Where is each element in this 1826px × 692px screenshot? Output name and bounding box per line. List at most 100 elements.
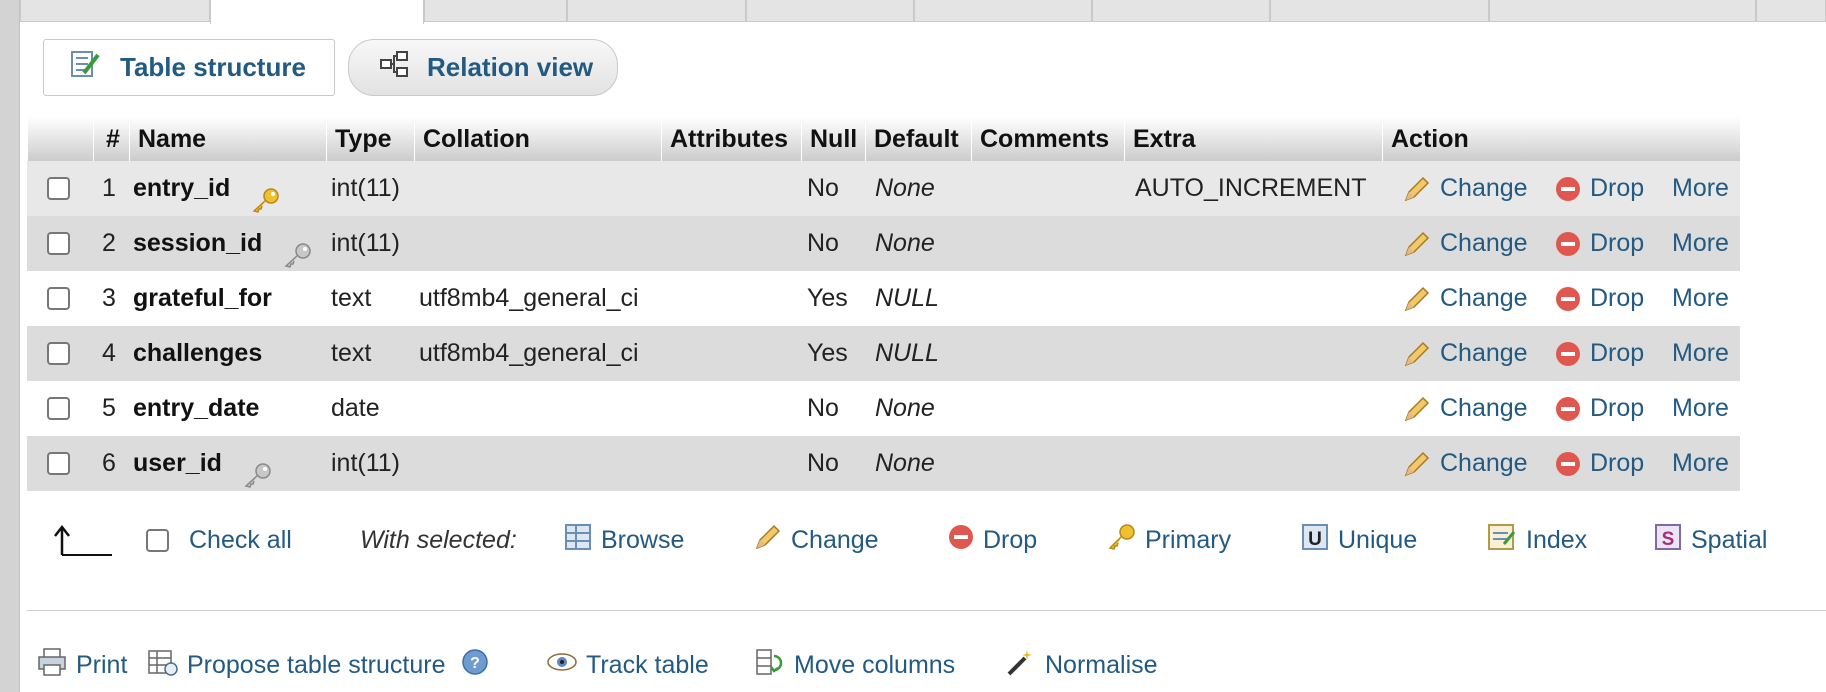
tab[interactable] (567, 0, 746, 22)
check-all-checkbox[interactable] (146, 528, 169, 552)
table-header-row: # Name Type Collation Attributes Null De… (27, 117, 1740, 161)
drop-action[interactable]: Drop (1554, 161, 1644, 216)
bulk-drop-label: Drop (983, 525, 1038, 554)
column-extra: AUTO_INCREMENT (1135, 174, 1367, 202)
drop-label: Drop (1590, 174, 1645, 202)
header-name[interactable]: Name (129, 117, 326, 161)
table-structure-icon (70, 49, 102, 86)
bulk-browse-button[interactable]: Browse (563, 510, 684, 570)
drop-action[interactable]: Drop (1554, 216, 1644, 271)
more-menu[interactable]: More (1672, 436, 1729, 491)
relation-view-label: Relation view (427, 52, 594, 82)
bulk-spatial-button[interactable]: S Spatial (1653, 510, 1767, 570)
more-menu[interactable]: More (1672, 326, 1729, 381)
tab[interactable] (1756, 0, 1826, 22)
row-checkbox[interactable] (47, 287, 70, 310)
more-menu[interactable]: More (1672, 161, 1729, 216)
drop-action[interactable]: Drop (1554, 271, 1644, 326)
header-extra[interactable]: Extra (1124, 117, 1382, 161)
row-checkbox[interactable] (47, 452, 70, 475)
magic-wand-icon (1005, 646, 1037, 685)
row-checkbox[interactable] (47, 232, 70, 255)
drop-icon (1554, 161, 1582, 216)
change-action[interactable]: Change (1402, 216, 1528, 271)
header-attributes[interactable]: Attributes (661, 117, 801, 161)
tab[interactable] (1489, 0, 1756, 22)
column-type: int(11) (331, 449, 401, 477)
more-menu[interactable]: More (1672, 381, 1729, 436)
tab-structure-active[interactable] (210, 0, 424, 24)
bulk-spatial-label: Spatial (1691, 525, 1768, 554)
print-link[interactable]: Print (36, 638, 127, 692)
tab[interactable] (746, 0, 914, 22)
drop-label: Drop (1590, 339, 1645, 367)
bulk-drop-button[interactable]: Drop (947, 510, 1037, 570)
header-action: Action (1382, 117, 1740, 161)
column-type: text (331, 339, 372, 367)
more-menu[interactable]: More (1672, 216, 1729, 271)
check-all-toggle[interactable]: Check all (146, 510, 292, 570)
column-name-text: entry_date (133, 394, 260, 422)
browse-icon (563, 522, 593, 559)
relation-view-button[interactable]: Relation view (348, 39, 618, 96)
header-default[interactable]: Default (865, 117, 971, 161)
propose-structure-link[interactable]: Propose table structure ? (147, 638, 489, 692)
table-row: 1 entry_id int(11) No None AUTO_INCREMEN… (27, 161, 1740, 216)
track-table-link[interactable]: Track table (546, 638, 709, 692)
normalise-label: Normalise (1045, 650, 1158, 679)
browse-label: Browse (601, 525, 685, 554)
pencil-icon (1402, 381, 1432, 436)
top-tab-strip (20, 0, 1826, 24)
printer-icon (36, 647, 68, 684)
change-label: Change (1440, 394, 1528, 422)
change-action[interactable]: Change (1402, 436, 1528, 491)
bulk-index-button[interactable]: Index (1486, 510, 1587, 570)
change-action[interactable]: Change (1402, 271, 1528, 326)
drop-label: Drop (1590, 394, 1645, 422)
index-key-icon (281, 233, 311, 269)
tab[interactable] (914, 0, 1092, 22)
row-num: 5 (102, 394, 116, 422)
tab[interactable] (424, 0, 567, 22)
header-null[interactable]: Null (801, 117, 865, 161)
tab[interactable] (1092, 0, 1270, 22)
change-action[interactable]: Change (1402, 161, 1528, 216)
relation-view-icon (379, 50, 409, 85)
bulk-change-button[interactable]: Change (753, 510, 879, 570)
help-icon[interactable]: ? (461, 648, 489, 683)
bulk-primary-button[interactable]: Primary (1105, 510, 1231, 570)
header-comments[interactable]: Comments (971, 117, 1124, 161)
drop-action[interactable]: Drop (1554, 381, 1644, 436)
change-action[interactable]: Change (1402, 381, 1528, 436)
row-checkbox[interactable] (47, 177, 70, 200)
tab[interactable] (20, 0, 210, 22)
header-type[interactable]: Type (326, 117, 414, 161)
drop-action[interactable]: Drop (1554, 436, 1644, 491)
change-label: Change (1440, 449, 1528, 477)
bulk-index-label: Index (1526, 525, 1588, 554)
header-num[interactable]: # (93, 117, 129, 161)
move-columns-label: Move columns (794, 650, 956, 679)
more-menu[interactable]: More (1672, 271, 1729, 326)
tab[interactable] (1270, 0, 1489, 22)
pencil-icon (1402, 326, 1432, 381)
row-checkbox[interactable] (47, 342, 70, 365)
header-collation[interactable]: Collation (414, 117, 661, 161)
column-null: No (807, 449, 839, 477)
column-name: grateful_for (133, 271, 272, 326)
header-select (27, 117, 93, 161)
move-columns-link[interactable]: Move columns (754, 638, 955, 692)
drop-action[interactable]: Drop (1554, 326, 1644, 381)
table-structure-button[interactable]: Table structure (43, 39, 335, 96)
eye-icon (546, 647, 578, 684)
normalise-link[interactable]: Normalise (1005, 638, 1158, 692)
drop-label: Drop (1590, 284, 1645, 312)
bulk-unique-button[interactable]: U Unique (1300, 510, 1417, 570)
column-name-text: session_id (133, 229, 263, 257)
print-label: Print (76, 650, 128, 679)
row-checkbox[interactable] (47, 397, 70, 420)
pencil-icon (1402, 436, 1432, 491)
change-action[interactable]: Change (1402, 326, 1528, 381)
table-tools-bar: Print Propose table structure ? Track ta… (20, 638, 1820, 692)
table-row: 4 challenges text utf8mb4_general_ci Yes… (27, 326, 1740, 381)
